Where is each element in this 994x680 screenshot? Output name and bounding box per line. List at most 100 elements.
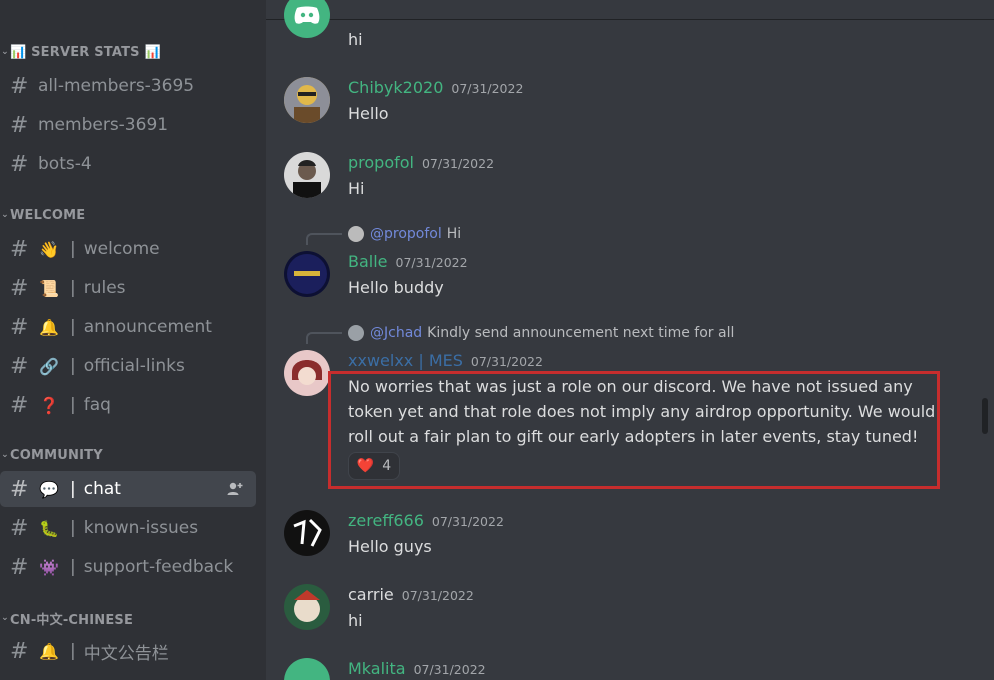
- avatar[interactable]: [284, 152, 330, 198]
- wave-icon: 👋: [39, 239, 59, 259]
- message-author: Chibyk2020 07/31/2022: [348, 78, 523, 97]
- message-author: propofol 07/31/2022: [348, 153, 494, 172]
- author-name[interactable]: xxwelxx | MES: [348, 351, 463, 370]
- alien-monster-icon: 👾: [39, 557, 59, 577]
- message-timestamp: 07/31/2022: [413, 662, 486, 677]
- chevron-down-icon: ⌄: [1, 47, 9, 57]
- hash-icon: #: [10, 236, 29, 262]
- author-name[interactable]: carrie: [348, 585, 394, 604]
- channel-header: [266, 0, 994, 20]
- message-timestamp: 07/31/2022: [470, 354, 543, 369]
- avatar[interactable]: [284, 584, 330, 630]
- hash-icon: #: [10, 515, 29, 541]
- channel-name: known-issues: [83, 518, 199, 538]
- hash-icon: #: [10, 638, 29, 664]
- channel-name: all-members-3695: [38, 76, 195, 96]
- category-label: 📊 SERVER STATS 📊: [10, 44, 161, 60]
- channel-name: bots-4: [38, 154, 92, 174]
- message-timestamp: 07/31/2022: [401, 588, 474, 603]
- channel-cn-announcement[interactable]: # 🔔 | 中文公告栏: [0, 633, 256, 669]
- avatar[interactable]: [284, 350, 330, 396]
- avatar[interactable]: [284, 251, 330, 297]
- category-cn-chinese[interactable]: ⌄ CN-中文-CHINESE: [0, 608, 133, 628]
- avatar-image: [284, 152, 330, 198]
- channel-members[interactable]: # members-3691: [0, 107, 256, 143]
- message-author: zereff666 07/31/2022: [348, 511, 504, 530]
- reply-mention: @propofol: [370, 226, 442, 242]
- message-text: hi: [348, 611, 363, 630]
- reply-preview[interactable]: @Jchad Kindly send announcement next tim…: [348, 325, 734, 341]
- hash-icon: #: [10, 554, 29, 580]
- bell-icon: 🔔: [39, 641, 59, 661]
- channel-rules[interactable]: # 📜 | rules: [0, 270, 256, 306]
- reply-preview[interactable]: @propofol Hi: [348, 226, 461, 242]
- author-name[interactable]: Balle: [348, 252, 388, 271]
- channel-name: chat: [83, 479, 121, 499]
- message-text: Hi: [348, 179, 365, 198]
- bell-icon: 🔔: [39, 317, 59, 337]
- category-server-stats[interactable]: ⌄ 📊 SERVER STATS 📊: [0, 42, 161, 62]
- channel-official-links[interactable]: # 🔗 | official-links: [0, 348, 256, 384]
- channel-faq[interactable]: # ❓ | faq: [0, 387, 256, 423]
- add-member-icon[interactable]: [226, 480, 244, 498]
- author-name[interactable]: Mkalita: [348, 659, 406, 678]
- channel-chat[interactable]: # 💬 | chat: [0, 471, 256, 507]
- message-text: Hello guys: [348, 537, 432, 556]
- message-timestamp: 07/31/2022: [421, 156, 495, 171]
- hash-icon: #: [10, 476, 29, 502]
- avatar-image: [284, 77, 330, 123]
- chevron-down-icon: ⌄: [1, 450, 9, 460]
- discord-logo-icon: [294, 6, 320, 24]
- reply-text: Hi: [446, 226, 462, 242]
- message-author: carrie 07/31/2022: [348, 585, 474, 604]
- message-text: hi: [348, 30, 363, 49]
- avatar[interactable]: [284, 77, 330, 123]
- message-timestamp: 07/31/2022: [451, 81, 524, 96]
- channel-name: support-feedback: [83, 557, 234, 577]
- channel-known-issues[interactable]: # 🐛 | known-issues: [0, 510, 256, 546]
- category-label: COMMUNITY: [10, 447, 103, 463]
- avatar[interactable]: [284, 0, 330, 38]
- channel-name: rules: [83, 278, 126, 298]
- chevron-down-icon: ⌄: [1, 210, 9, 220]
- speech-bubble-icon: 💬: [39, 479, 59, 499]
- avatar[interactable]: [284, 658, 330, 680]
- reply-connector: [306, 233, 342, 245]
- chat-pane: hi Chibyk2020 07/31/2022 Hello propofol 07…: [266, 0, 994, 680]
- channel-welcome[interactable]: # 👋 | welcome: [0, 231, 256, 267]
- scroll-icon: 📜: [39, 278, 59, 298]
- avatar-image: [284, 350, 330, 396]
- category-welcome[interactable]: ⌄ WELCOME: [0, 205, 85, 225]
- hash-icon: #: [10, 392, 29, 418]
- reply-connector: [306, 332, 342, 344]
- message-author: Mkalita 07/31/2022: [348, 659, 486, 678]
- question-icon: ❓: [39, 395, 59, 415]
- author-name[interactable]: zereff666: [348, 511, 424, 530]
- avatar-image: [284, 510, 330, 556]
- scrollbar-thumb[interactable]: [982, 398, 988, 434]
- channel-name: 中文公告栏: [83, 643, 169, 664]
- message-text: Hello buddy: [348, 278, 444, 297]
- chevron-down-icon: ⌄: [1, 613, 9, 623]
- message-timestamp: 07/31/2022: [431, 514, 504, 529]
- channel-announcement[interactable]: # 🔔 | announcement: [0, 309, 256, 345]
- message-author: xxwelxx | MES 07/31/2022: [348, 351, 543, 370]
- category-community[interactable]: ⌄ COMMUNITY: [0, 445, 103, 465]
- channel-name: faq: [83, 395, 111, 415]
- channel-sidebar: ⌄ 📊 SERVER STATS 📊 # all-members-3695 # …: [0, 0, 266, 680]
- hash-icon: #: [10, 73, 29, 99]
- hash-icon: #: [10, 275, 29, 301]
- channel-all-members[interactable]: # all-members-3695: [0, 68, 256, 104]
- channel-bots[interactable]: # bots-4: [0, 146, 256, 182]
- reply-text: Kindly send announcement next time for a…: [427, 325, 735, 341]
- hash-icon: #: [10, 112, 29, 138]
- channel-support-feedback[interactable]: # 👾 | support-feedback: [0, 549, 256, 585]
- author-name[interactable]: propofol: [348, 153, 414, 172]
- author-name[interactable]: Chibyk2020: [348, 78, 443, 97]
- hash-icon: #: [10, 151, 29, 177]
- message-timestamp: 07/31/2022: [395, 255, 468, 270]
- avatar[interactable]: [284, 510, 330, 556]
- channel-name: members-3691: [38, 115, 169, 135]
- reply-avatar: [348, 325, 364, 341]
- link-icon: 🔗: [39, 356, 59, 376]
